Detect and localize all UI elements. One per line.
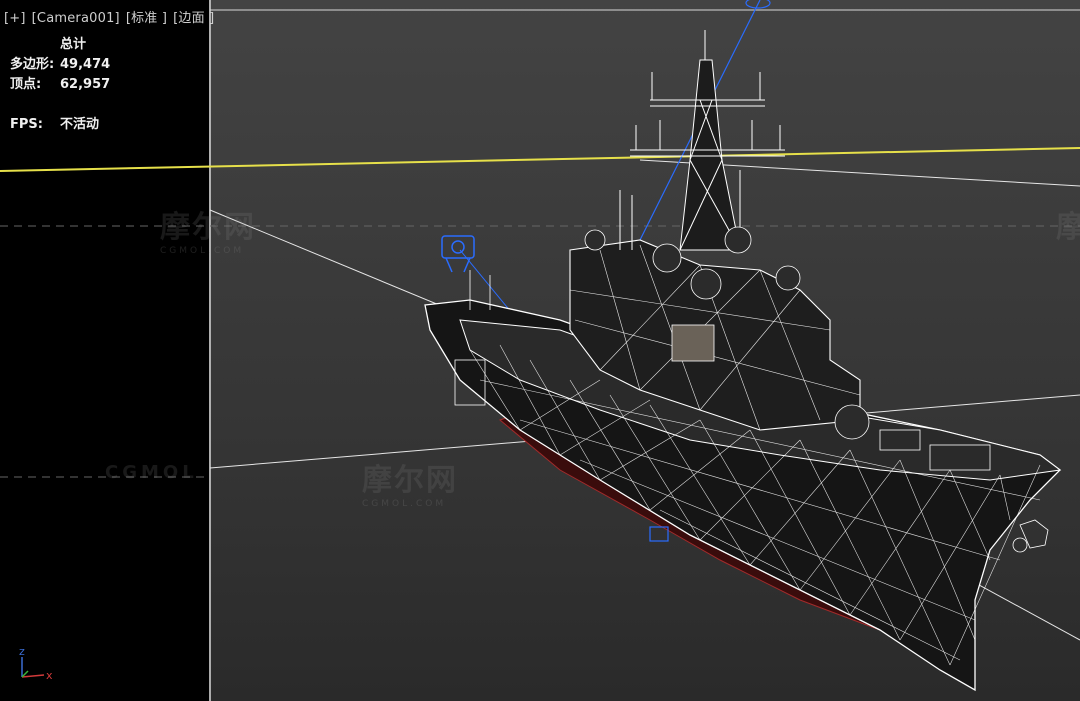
vertices-label: 顶点: [10,77,42,92]
fps-value: 不活动 [60,117,100,132]
vertices-value: 62,957 [60,77,111,92]
axis-x-label: x [46,669,53,682]
watermark: 摩尔网 CGMOL.COM [362,463,458,509]
stats-vertices-row: 顶点: 62,957 [10,75,110,95]
watermark: 摩尔网 CGMOL.COM [160,210,256,256]
stats-polygons-row: 多边形: 49,474 [10,55,110,75]
viewport-camera-label[interactable]: [Camera001] [32,11,120,26]
mast [619,30,785,251]
fps-label: FPS: [10,117,43,132]
camera-icon[interactable] [441,235,475,273]
stats-title: 总计 [60,37,87,52]
viewport-label-menu: [+] [Camera001] [标准 ] [边面 ] [4,7,220,26]
watermark-latin: CGMOL [105,462,198,483]
axis-z-label: z [19,645,25,658]
bridge-window-panel [671,324,715,362]
viewport-edges-label[interactable]: [边面 ] [173,11,214,26]
polygons-label: 多边形: [10,57,55,72]
viewport-shading-label[interactable]: [标准 ] [126,11,167,26]
polygons-value: 49,474 [60,57,111,72]
watermark: 摩尔网 [1056,210,1080,245]
viewport-menu-plus[interactable]: [+] [4,11,26,26]
horizon-line [0,147,1080,172]
stats-fps-row: FPS: 不活动 [10,115,110,135]
ship-wireframe-scene [0,0,1080,701]
camera-viewport[interactable]: 摩尔网CGMOL.COM 摩尔网CGMOL.COM CGMOL 摩尔网 [+][… [0,0,1080,701]
axis-gizmo-icon: x z [19,645,53,682]
viewport-statistics: 总计 多边形: 49,474 顶点: 62,957 FPS: 不活动 [10,35,110,135]
